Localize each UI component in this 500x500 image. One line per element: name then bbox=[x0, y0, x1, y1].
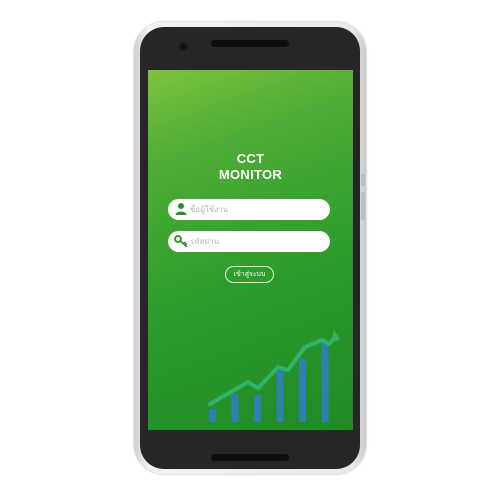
phone-volume-button bbox=[361, 192, 365, 220]
phone-top-speaker bbox=[211, 40, 289, 47]
growth-chart-illustration bbox=[208, 330, 340, 422]
chart-bar bbox=[209, 409, 216, 422]
trend-arrow-head bbox=[331, 330, 340, 342]
chart-bar bbox=[299, 359, 306, 422]
chart-bar bbox=[254, 395, 261, 422]
chart-bar bbox=[276, 370, 284, 422]
chart-bar bbox=[231, 394, 239, 422]
login-screen: CCT MONITOR เข้าสู่ระบบ bbox=[148, 70, 353, 430]
phone-side-button bbox=[361, 174, 365, 186]
chart-bar bbox=[321, 342, 329, 422]
phone-bottom-speaker bbox=[211, 454, 289, 461]
camera-icon bbox=[179, 42, 188, 51]
trend-line bbox=[208, 334, 338, 406]
